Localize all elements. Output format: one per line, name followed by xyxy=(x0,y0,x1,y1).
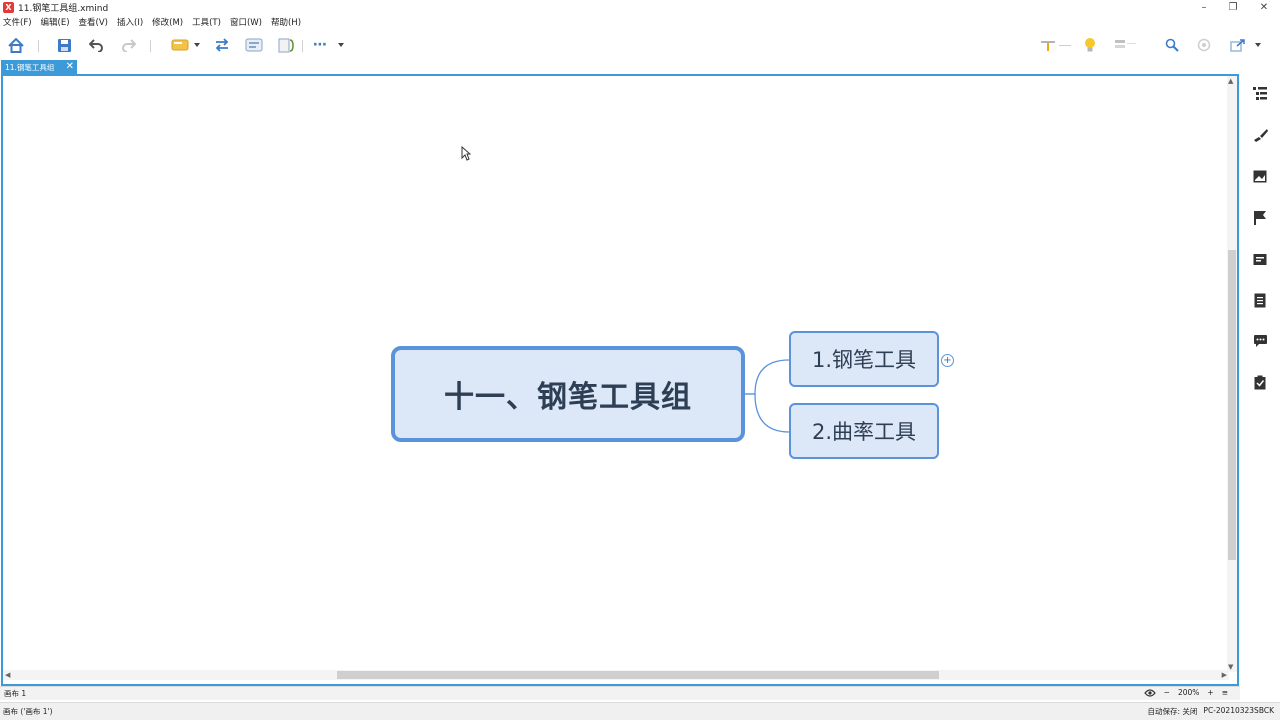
undo-icon xyxy=(88,39,103,52)
menu-lines-icon[interactable]: ≡ xyxy=(1222,688,1228,697)
scroll-up-icon[interactable]: ▲ xyxy=(1228,77,1233,85)
summary-button[interactable] xyxy=(276,34,296,56)
vertical-scroll-thumb[interactable] xyxy=(1228,250,1236,560)
scroll-right-icon[interactable]: ▶ xyxy=(1222,671,1227,679)
redo-button[interactable] xyxy=(118,34,138,56)
title-bar: X 11.钢笔工具组.xmind – ❐ ✕ xyxy=(0,0,1280,15)
boundary-icon xyxy=(245,38,263,52)
maximize-button[interactable]: ❐ xyxy=(1219,0,1247,15)
lightbulb-icon xyxy=(1085,38,1095,52)
document-tab[interactable]: 11.钢笔工具组 ✕ xyxy=(1,60,77,74)
menu-edit[interactable]: 编辑(E) xyxy=(41,16,70,28)
mindmap-canvas[interactable]: 十一、钢笔工具组 1.钢笔工具 + 2.曲率工具 ▲ ▼ ◀ ▶ xyxy=(1,74,1239,686)
home-button[interactable] xyxy=(6,34,26,56)
comment-icon xyxy=(1253,335,1267,347)
subtopic-1-label: 1.钢笔工具 xyxy=(811,348,917,372)
template-panel-button[interactable] xyxy=(1252,251,1268,267)
menu-window[interactable]: 窗口(W) xyxy=(230,16,262,28)
topic-icon xyxy=(171,39,189,51)
autosave-status[interactable]: 自动保存: 关闭 xyxy=(1148,706,1198,717)
home-icon xyxy=(8,37,24,53)
image-panel-button[interactable] xyxy=(1252,168,1268,184)
vertical-scrollbar[interactable]: ▲ ▼ xyxy=(1227,76,1237,672)
status-right: 自动保存: 关闭 PC-20210323SBCK xyxy=(1148,706,1275,717)
menu-view[interactable]: 查看(V) xyxy=(79,16,108,28)
outline-icon xyxy=(1253,87,1267,100)
window-title: 11.钢笔工具组.xmind xyxy=(18,4,109,14)
status-sheet-info: 画布 ('画布 1') xyxy=(3,707,53,716)
search-icon xyxy=(1165,38,1179,52)
image-icon xyxy=(1253,170,1267,182)
comments-panel-button[interactable] xyxy=(1252,333,1268,349)
machine-name: PC-20210323SBCK xyxy=(1203,706,1274,715)
scroll-left-icon[interactable]: ◀ xyxy=(5,671,10,679)
task-panel-button[interactable] xyxy=(1252,374,1268,390)
flag-icon xyxy=(1254,210,1266,225)
menu-file[interactable]: 文件(F) xyxy=(3,16,32,28)
share-icon xyxy=(1230,39,1245,52)
chevron-down-icon xyxy=(1255,43,1261,47)
brush-icon xyxy=(1253,128,1268,142)
save-icon xyxy=(57,38,71,52)
boundary-button[interactable] xyxy=(244,34,264,56)
redo-icon xyxy=(121,39,136,52)
zoom-controls: − 200% + ≡ xyxy=(1143,688,1228,697)
menu-tools[interactable]: 工具(T) xyxy=(192,16,221,28)
horizontal-scrollbar[interactable]: ◀ ▶ xyxy=(3,670,1229,680)
format-panel-button[interactable] xyxy=(1252,127,1268,143)
xmind-logo-icon: X xyxy=(3,2,14,13)
mouse-cursor-icon xyxy=(461,146,471,161)
sheet-tab[interactable]: 画布 1 xyxy=(4,688,26,699)
zoom-out-button[interactable]: − xyxy=(1164,688,1170,697)
save-button[interactable] xyxy=(54,34,74,56)
toolbar: ⋯ xyxy=(0,30,1280,60)
menu-bar: 文件(F) 编辑(E) 查看(V) 插入(I) 修改(M) 工具(T) 窗口(W… xyxy=(0,15,1280,29)
zoom-level: 200% xyxy=(1177,688,1200,697)
card-icon xyxy=(1253,253,1267,265)
subtopic-1[interactable]: 1.钢笔工具 xyxy=(789,331,939,387)
relationship-icon xyxy=(215,38,229,52)
sheet-bar: 画布 1 − 200% + ≡ xyxy=(0,686,1240,700)
summary-icon xyxy=(278,38,294,52)
share-button[interactable] xyxy=(1226,34,1266,56)
close-window-button[interactable]: ✕ xyxy=(1250,0,1278,15)
menu-insert[interactable]: 插入(I) xyxy=(117,16,143,28)
document-icon xyxy=(1254,293,1266,307)
central-topic[interactable]: 十一、钢笔工具组 xyxy=(391,346,745,442)
eye-icon[interactable] xyxy=(1143,688,1156,697)
menu-help[interactable]: 帮助(H) xyxy=(271,16,301,28)
search-button[interactable] xyxy=(1162,34,1182,56)
more-button[interactable]: ⋯ xyxy=(310,34,348,56)
minimize-button[interactable]: – xyxy=(1190,0,1218,15)
document-tab-label: 11.钢笔工具组 xyxy=(5,62,55,72)
relationship-button[interactable] xyxy=(212,34,232,56)
chevron-down-icon xyxy=(194,43,200,47)
horizontal-scroll-thumb[interactable] xyxy=(337,671,939,679)
presentation-icon xyxy=(1041,41,1071,51)
chevron-down-icon xyxy=(338,43,344,47)
subtopic-2-label: 2.曲率工具 xyxy=(811,420,917,444)
document-tab-bar: 11.钢笔工具组 ✕ xyxy=(0,60,1280,75)
subtopic-2[interactable]: 2.曲率工具 xyxy=(789,403,939,459)
zoom-fit-button[interactable] xyxy=(1194,34,1214,56)
add-subtopic-icon[interactable]: + xyxy=(941,354,954,367)
outliner-button[interactable] xyxy=(1112,34,1140,56)
notes-panel-button[interactable] xyxy=(1252,292,1268,308)
marker-panel-button[interactable] xyxy=(1252,209,1268,225)
insert-topic-button[interactable] xyxy=(168,34,204,56)
right-side-panel xyxy=(1240,75,1280,695)
status-bar: 画布 ('画布 1') 自动保存: 关闭 PC-20210323SBCK xyxy=(0,702,1280,720)
zoom-in-button[interactable]: + xyxy=(1207,688,1213,697)
central-topic-label: 十一、钢笔工具组 xyxy=(444,380,692,415)
menu-modify[interactable]: 修改(M) xyxy=(152,16,183,28)
outline-panel-button[interactable] xyxy=(1252,85,1268,101)
more-icon: ⋯ xyxy=(313,37,327,53)
presentation-button[interactable] xyxy=(1036,34,1076,56)
grid-icon xyxy=(1115,40,1136,48)
brainstorm-button[interactable] xyxy=(1080,34,1100,56)
target-icon xyxy=(1197,38,1211,52)
undo-button[interactable] xyxy=(86,34,106,56)
clipboard-check-icon xyxy=(1254,375,1266,389)
close-tab-icon[interactable]: ✕ xyxy=(66,60,74,74)
